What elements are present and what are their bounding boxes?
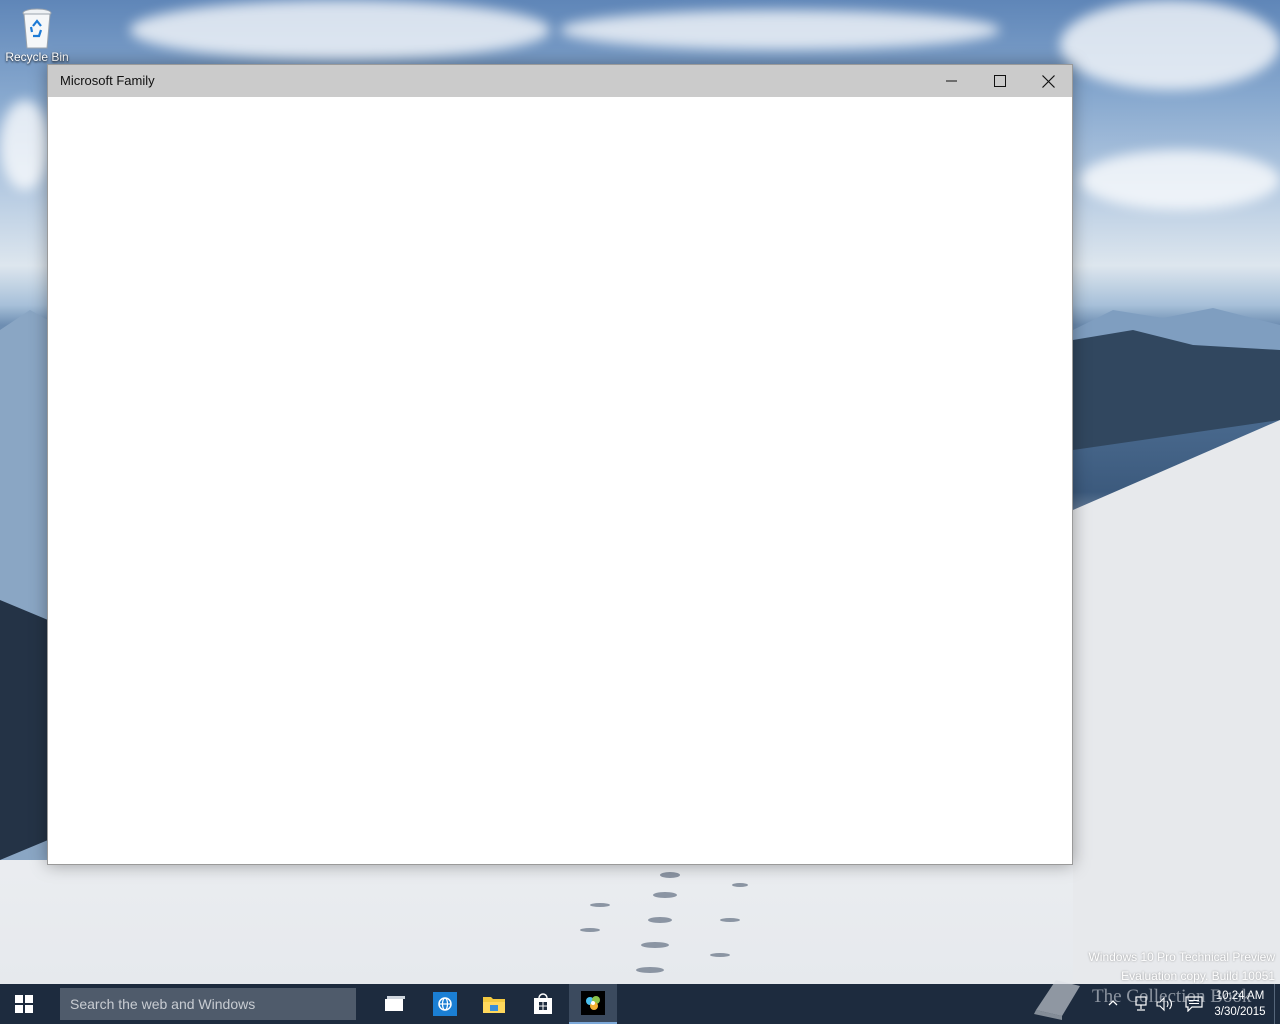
close-button[interactable] [1024,65,1072,97]
recycle-bin-icon [22,8,52,49]
task-view-button[interactable] [370,984,418,1024]
cloud [560,10,1000,50]
window-content [48,97,1072,864]
brand-overlay: The Collection Book [1028,972,1278,1022]
file-explorer-icon [483,997,505,1013]
watermark-line-1: Windows 10 Pro Technical Preview [1088,950,1275,964]
start-button[interactable] [0,984,48,1024]
mountain-right [1073,308,1280,984]
app-window: Microsoft Family [47,64,1073,865]
minimize-icon [946,80,957,82]
book-icon [1034,980,1080,1020]
microsoft-family-icon [581,991,605,1015]
cloud [1060,0,1280,90]
window-title: Microsoft Family [60,73,155,88]
internet-explorer-button[interactable] [421,984,469,1024]
minimize-button[interactable] [928,65,976,97]
window-titlebar[interactable]: Microsoft Family [48,65,1072,97]
brand-text: The Collection Book [1092,986,1252,1007]
store-icon [534,993,552,1014]
windows-logo-icon [15,995,33,1013]
maximize-button[interactable] [976,65,1024,97]
close-icon [1041,74,1055,88]
task-view-icon [385,996,405,1011]
file-explorer-button[interactable] [470,984,518,1024]
mountain-left [0,310,48,860]
search-input[interactable] [68,995,352,1013]
microsoft-family-button[interactable] [569,984,617,1024]
recycle-bin-label: Recycle Bin [5,50,69,64]
search-box[interactable] [60,988,356,1020]
cloud [1080,150,1280,210]
cloud [0,100,50,190]
store-button[interactable] [519,984,567,1024]
footprints [580,872,748,973]
internet-explorer-icon [433,992,457,1016]
maximize-icon [994,75,1006,87]
cloud [130,0,550,60]
recycle-bin-shortcut[interactable]: Recycle Bin [4,8,70,64]
